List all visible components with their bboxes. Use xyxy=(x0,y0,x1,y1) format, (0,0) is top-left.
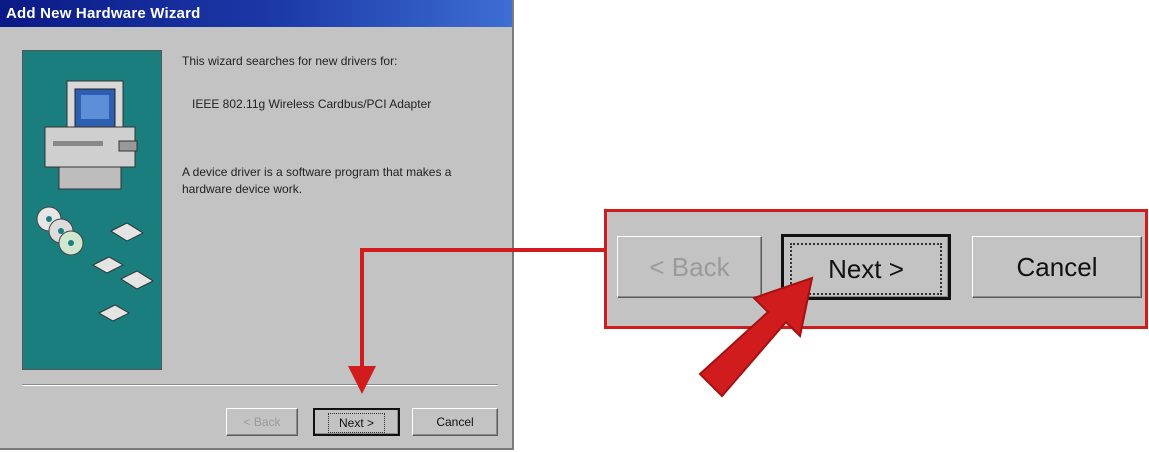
pointer-arrow xyxy=(698,276,814,398)
connector-arrowhead xyxy=(348,366,376,394)
annotation-overlay xyxy=(348,248,814,398)
connector-arrow xyxy=(360,248,604,370)
